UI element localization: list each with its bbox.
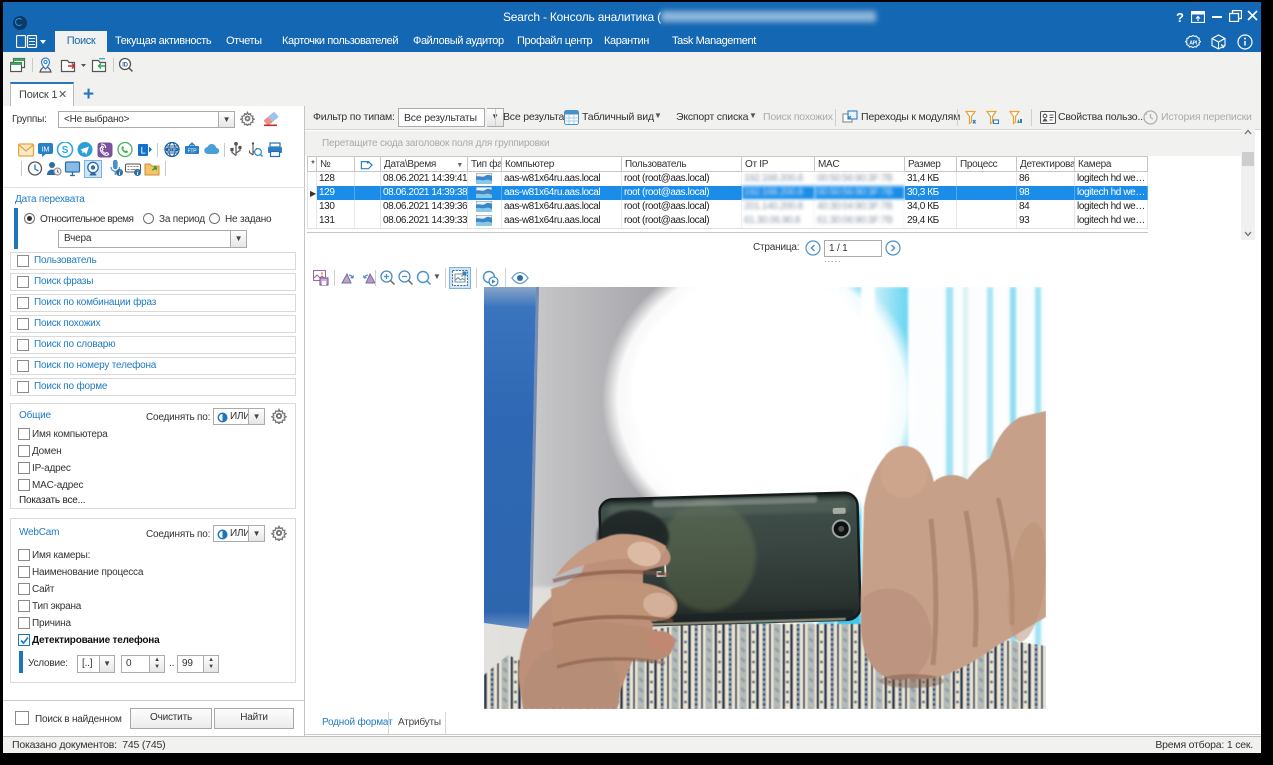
svg-text:S: S: [62, 145, 69, 156]
svg-text:API: API: [1189, 41, 1197, 47]
svg-text:HTTP: HTTP: [168, 148, 177, 152]
svg-text:L: L: [141, 146, 146, 156]
svg-text:FTP: FTP: [188, 149, 198, 155]
svg-text:ID: ID: [122, 63, 128, 69]
svg-text:IM: IM: [42, 147, 50, 154]
